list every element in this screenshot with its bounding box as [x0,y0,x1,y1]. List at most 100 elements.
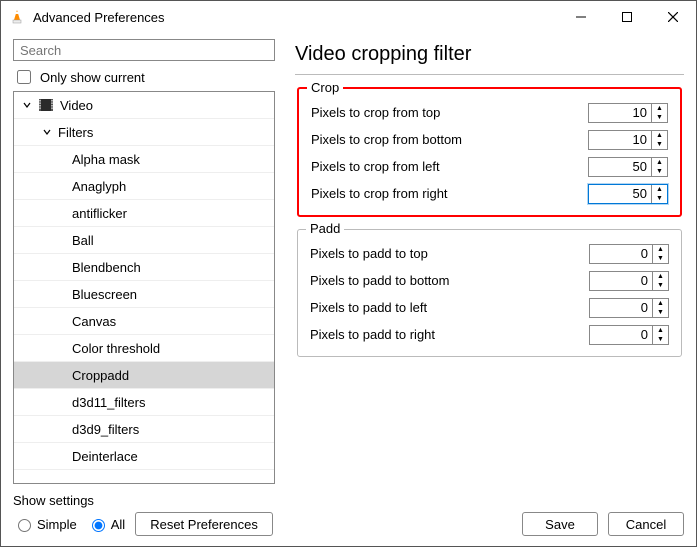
show-settings-label: Show settings [13,493,273,508]
close-button[interactable] [650,1,696,33]
spin-down-icon[interactable]: ▼ [653,335,668,344]
crop-left-input[interactable] [589,158,651,176]
padd-top-spinbox[interactable]: ▲▼ [589,244,669,264]
crop-right-spinbox[interactable]: ▲▼ [588,184,668,204]
body: Only show current Video Filters Alpha ma… [1,33,696,490]
spin-down-icon[interactable]: ▼ [652,113,667,122]
crop-left-label: Pixels to crop from left [311,159,440,174]
all-radio[interactable] [92,519,105,532]
crop-legend: Crop [307,80,343,95]
simple-radio[interactable] [18,519,31,532]
tree-item-label: Canvas [72,314,116,329]
tree-item-label: Bluescreen [72,287,137,302]
spin-down-icon[interactable]: ▼ [653,308,668,317]
tree-item-filter[interactable]: Anaglyph [14,173,274,200]
padd-bottom-input[interactable] [590,272,652,290]
window-title: Advanced Preferences [33,10,558,25]
padd-top-input[interactable] [590,245,652,263]
tree-item-label: Video [60,98,93,113]
show-settings-radios: Simple All Reset Preferences [13,512,273,536]
tree-item-label: Anaglyph [72,179,126,194]
crop-bottom-spinbox[interactable]: ▲▼ [588,130,668,150]
tree-item-filter[interactable]: Ball [14,227,274,254]
spin-buttons: ▲▼ [651,158,667,176]
crop-right-input[interactable] [589,185,651,203]
crop-left-row: Pixels to crop from left ▲▼ [311,153,668,180]
tree-item-label: Blendbench [72,260,141,275]
maximize-button[interactable] [604,1,650,33]
crop-group: Crop Pixels to crop from top ▲▼ Pixels t… [297,87,682,217]
spin-buttons: ▲▼ [652,245,668,263]
crop-bottom-input[interactable] [589,131,651,149]
chevron-down-icon [20,98,34,112]
padd-right-spinbox[interactable]: ▲▼ [589,325,669,345]
only-show-current-row[interactable]: Only show current [13,67,275,87]
padd-left-input[interactable] [590,299,652,317]
spin-buttons: ▲▼ [651,131,667,149]
spin-down-icon[interactable]: ▼ [652,194,667,203]
crop-top-input[interactable] [589,104,651,122]
crop-top-row: Pixels to crop from top ▲▼ [311,99,668,126]
search-input[interactable] [13,39,275,61]
tree-item-video[interactable]: Video [14,92,274,119]
footer-right: Save Cancel [522,512,684,536]
tree-item-label: Alpha mask [72,152,140,167]
tree-item-label: Color threshold [72,341,160,356]
spin-down-icon[interactable]: ▼ [653,254,668,263]
tree-item-label: Filters [58,125,93,140]
window-controls [558,1,696,33]
crop-bottom-label: Pixels to crop from bottom [311,132,462,147]
spin-up-icon[interactable]: ▲ [652,104,667,113]
padd-top-label: Pixels to padd to top [310,246,428,261]
tree-item-filters[interactable]: Filters [14,119,274,146]
tree-item-filter[interactable]: Alpha mask [14,146,274,173]
save-button[interactable]: Save [522,512,598,536]
all-radio-option[interactable]: All [87,516,125,532]
spin-up-icon[interactable]: ▲ [652,158,667,167]
tree-item-filter[interactable]: Deinterlace [14,443,274,470]
tree-item-filter[interactable]: Canvas [14,308,274,335]
tree-item-label: Ball [72,233,94,248]
spin-down-icon[interactable]: ▼ [652,167,667,176]
padd-right-input[interactable] [590,326,652,344]
titlebar: Advanced Preferences [1,1,696,33]
spin-up-icon[interactable]: ▲ [653,299,668,308]
tree-item-filter[interactable]: d3d9_filters [14,416,274,443]
page-title: Video cropping filter [295,39,684,75]
minimize-button[interactable] [558,1,604,33]
crop-top-spinbox[interactable]: ▲▼ [588,103,668,123]
padd-left-label: Pixels to padd to left [310,300,427,315]
tree-item-filter[interactable]: antiflicker [14,200,274,227]
simple-radio-option[interactable]: Simple [13,516,77,532]
spin-down-icon[interactable]: ▼ [653,281,668,290]
padd-top-row: Pixels to padd to top ▲▼ [310,240,669,267]
cancel-button[interactable]: Cancel [608,512,684,536]
crop-right-label: Pixels to crop from right [311,186,448,201]
reset-preferences-button[interactable]: Reset Preferences [135,512,273,536]
tree-item-label: Deinterlace [72,449,138,464]
spin-up-icon[interactable]: ▲ [653,272,668,281]
padd-bottom-spinbox[interactable]: ▲▼ [589,271,669,291]
padd-right-row: Pixels to padd to right ▲▼ [310,321,669,348]
all-label: All [111,517,125,532]
padd-bottom-label: Pixels to padd to bottom [310,273,449,288]
tree-item-filter[interactable]: Croppadd [14,362,274,389]
spin-up-icon[interactable]: ▲ [652,185,667,194]
tree-item-filter[interactable]: Blendbench [14,254,274,281]
crop-bottom-row: Pixels to crop from bottom ▲▼ [311,126,668,153]
spin-buttons: ▲▼ [652,299,668,317]
spin-up-icon[interactable]: ▲ [653,245,668,254]
padd-left-row: Pixels to padd to left ▲▼ [310,294,669,321]
spin-up-icon[interactable]: ▲ [652,131,667,140]
crop-right-row: Pixels to crop from right ▲▼ [311,180,668,207]
tree-item-filter[interactable]: Color threshold [14,335,274,362]
spin-down-icon[interactable]: ▼ [652,140,667,149]
padd-left-spinbox[interactable]: ▲▼ [589,298,669,318]
preferences-tree[interactable]: Video Filters Alpha mask Anaglyph antiflic… [13,91,275,484]
only-show-current-checkbox[interactable] [17,70,31,84]
crop-left-spinbox[interactable]: ▲▼ [588,157,668,177]
tree-item-filter[interactable]: d3d11_filters [14,389,274,416]
tree-item-filter[interactable]: Bluescreen [14,281,274,308]
chevron-down-icon [40,125,54,139]
spin-up-icon[interactable]: ▲ [653,326,668,335]
